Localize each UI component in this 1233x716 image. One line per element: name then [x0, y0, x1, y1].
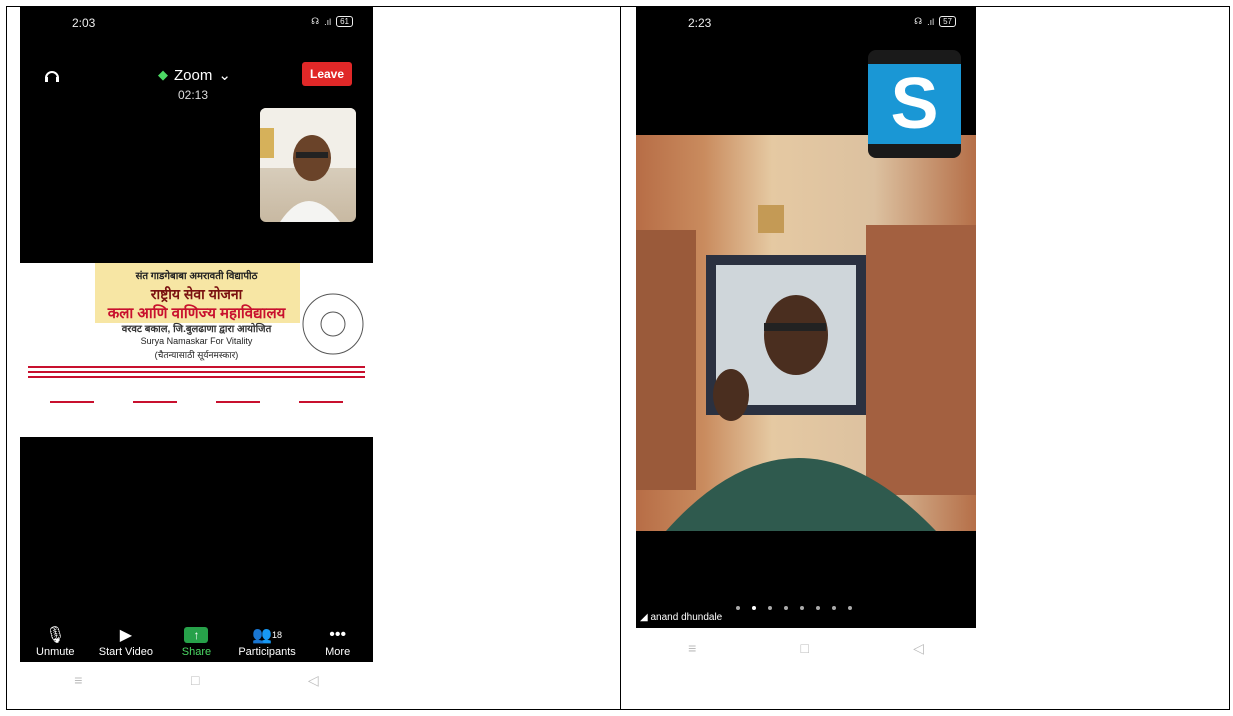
sun-salutation-wheel — [302, 293, 364, 355]
signal-icon: .ıl — [324, 16, 332, 27]
meeting-title[interactable]: ◆ Zoom ⌄ — [158, 66, 231, 85]
android-nav-bar: ≡ □ ◁ — [636, 628, 976, 668]
participant-name-text: anand dhundale — [650, 612, 723, 623]
banner-description — [28, 363, 365, 389]
menu-icon[interactable]: ≡ — [688, 640, 696, 656]
signal-strength-icon: ◢ — [640, 612, 648, 623]
zoom-speaker-screen: 2:23 ☊ .ıl 57 S ◢ anand dhundale — [636, 6, 976, 628]
page-dot[interactable] — [816, 606, 820, 610]
zoom-meeting-screen: 2:03 ☊ .ıl 61 ◆ Zoom ⌄ Leave 02:13 संत ग… — [20, 6, 373, 662]
more-icon: ••• — [329, 626, 347, 643]
page-dot[interactable] — [832, 606, 836, 610]
participant-name: ◢ anand dhundale — [640, 612, 722, 623]
share-icon: ↑ — [184, 627, 209, 643]
banner-university: संत गाडगेबाबा अमरावती विद्यापीठ — [135, 271, 258, 282]
video-off-icon: ▶ — [119, 627, 133, 644]
share-icon-wrap: ↑ — [184, 624, 209, 646]
audio-icon[interactable] — [42, 66, 62, 86]
status-time: 2:03 — [72, 16, 96, 30]
unmute-label: Unmute — [36, 646, 75, 658]
speaker-video[interactable] — [636, 135, 976, 531]
status-icons: ☊ .ıl 57 — [914, 16, 956, 27]
page-dot[interactable] — [736, 606, 740, 610]
more-button[interactable]: ••• More — [305, 624, 371, 658]
page-dot[interactable] — [800, 606, 804, 610]
app-title: Zoom — [174, 66, 213, 84]
logo-letter: S — [868, 64, 961, 144]
skype-logo-thumbnail[interactable]: S — [868, 50, 961, 158]
headset-icon: ☊ — [914, 16, 923, 26]
start-video-button[interactable]: ▶ Start Video — [93, 624, 159, 658]
share-button[interactable]: ↑ Share — [163, 624, 229, 658]
start-video-label: Start Video — [98, 646, 153, 658]
mic-muted-icon: 🎙 — [45, 627, 66, 644]
participants-count: 18 — [272, 630, 283, 640]
page-dot-active[interactable] — [752, 606, 756, 610]
leave-button[interactable]: Leave — [302, 62, 353, 86]
speaker-scene — [636, 205, 976, 531]
person-video — [260, 108, 356, 222]
banner-signatories — [30, 401, 363, 417]
page-dot[interactable] — [768, 606, 772, 610]
page-dot[interactable] — [784, 606, 788, 610]
home-icon[interactable]: □ — [800, 640, 808, 656]
signal-icon: .ıl — [927, 16, 935, 27]
page-dot[interactable] — [848, 606, 852, 610]
column-divider — [620, 6, 621, 710]
android-nav-bar: ≡ □ ◁ — [20, 662, 373, 698]
shared-screen-banner: संत गाडगेबाबा अमरावती विद्यापीठ राष्ट्री… — [20, 263, 373, 437]
chevron-down-icon: ⌄ — [218, 67, 231, 84]
home-icon[interactable]: □ — [191, 672, 199, 688]
shield-icon: ◆ — [158, 67, 168, 82]
headset-icon: ☊ — [311, 16, 320, 26]
participants-icon: 👥 18 — [252, 627, 283, 644]
page-indicator — [736, 606, 852, 610]
share-label: Share — [181, 646, 212, 658]
participants-label: Participants — [238, 646, 296, 658]
battery-indicator: 57 — [939, 16, 956, 27]
participants-button[interactable]: 👥 18 Participants — [234, 624, 300, 658]
menu-icon[interactable]: ≡ — [74, 672, 82, 688]
meeting-toolbar: 🎙 Unmute ▶ Start Video ↑ Share 👥 18 Parti… — [20, 616, 373, 662]
status-icons: ☊ .ıl 61 — [311, 16, 353, 27]
meeting-timer: 02:13 — [178, 88, 209, 102]
status-time: 2:23 — [688, 16, 712, 30]
battery-indicator: 61 — [336, 16, 353, 27]
unmute-button[interactable]: 🎙 Unmute — [22, 624, 88, 658]
self-video-thumbnail[interactable] — [260, 108, 356, 222]
back-icon[interactable]: ◁ — [913, 640, 924, 657]
more-label: More — [325, 646, 351, 658]
back-icon[interactable]: ◁ — [308, 672, 319, 689]
